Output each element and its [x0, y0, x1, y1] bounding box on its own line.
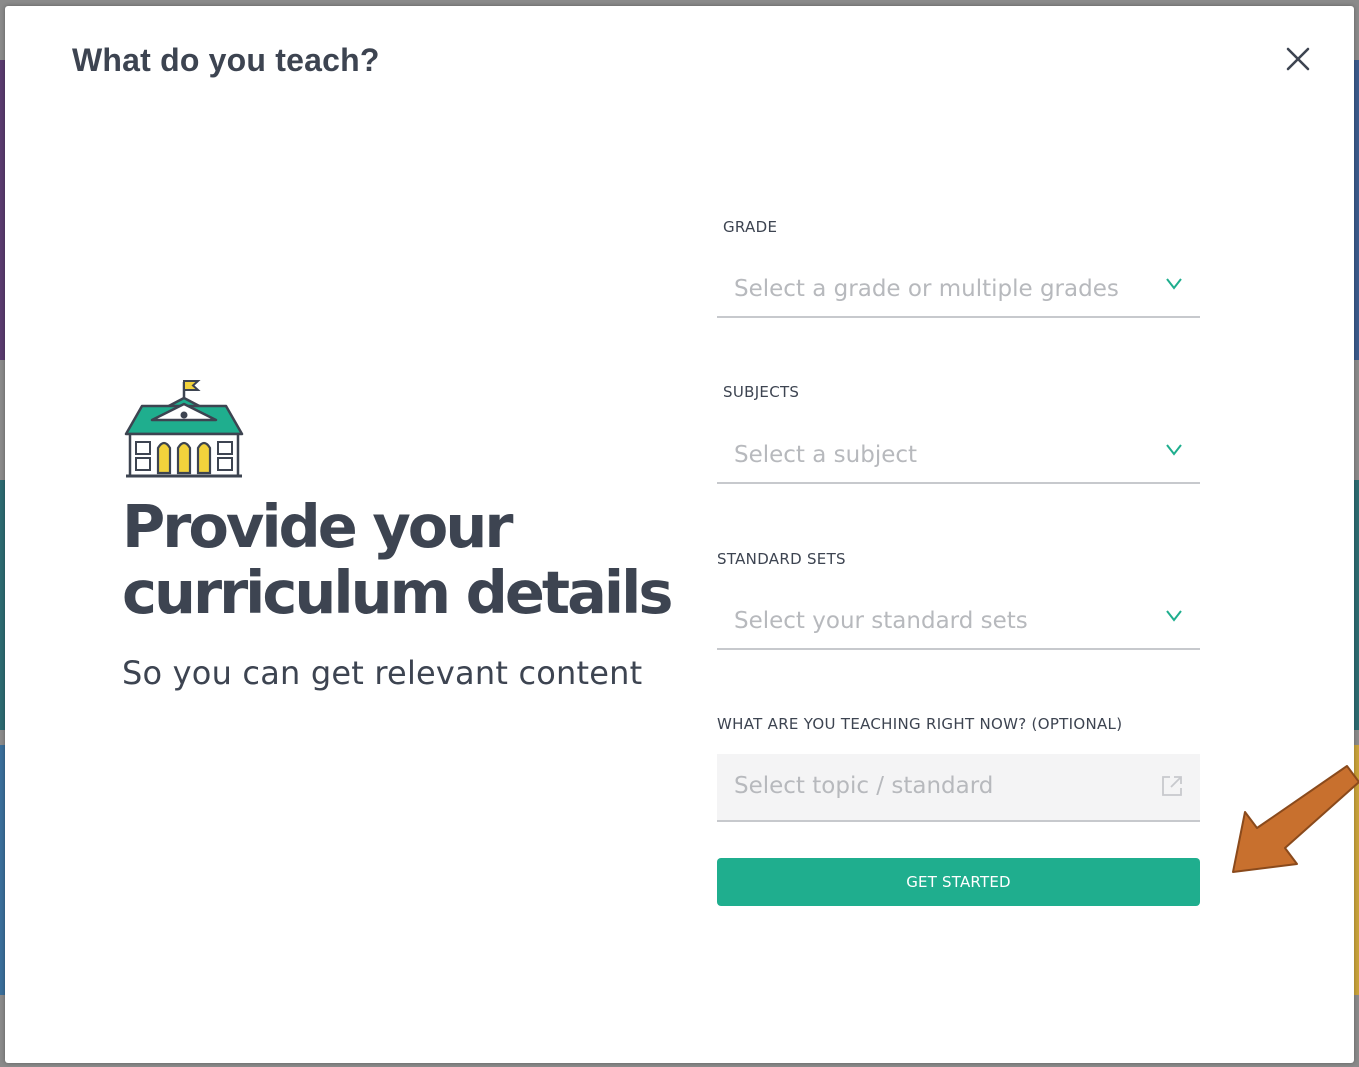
chevron-down-icon — [1166, 610, 1182, 622]
modal-title: What do you teach? — [72, 42, 380, 78]
school-building-icon — [124, 380, 244, 478]
external-link-icon — [1162, 776, 1182, 796]
topic-placeholder: Select topic / standard — [734, 773, 994, 799]
subjects-placeholder: Select a subject — [734, 442, 918, 468]
chevron-down-icon — [1166, 278, 1182, 290]
teaching-now-label: WHAT ARE YOU TEACHING RIGHT NOW? (OPTION… — [717, 715, 1123, 733]
subjects-select[interactable]: Select a subject — [717, 430, 1200, 484]
get-started-button[interactable]: GET STARTED — [717, 858, 1200, 906]
subjects-label: SUBJECTS — [723, 383, 800, 401]
standard-sets-placeholder: Select your standard sets — [734, 608, 1028, 634]
promo-headline-line1: Provide your — [122, 492, 513, 561]
grade-placeholder: Select a grade or multiple grades — [734, 276, 1119, 302]
close-button[interactable] — [1281, 42, 1315, 76]
topic-standard-picker[interactable]: Select topic / standard — [717, 754, 1200, 822]
standard-sets-label: STANDARD SETS — [717, 550, 846, 568]
chevron-down-icon — [1166, 444, 1182, 456]
promo-subline: So you can get relevant content — [122, 654, 643, 692]
promo-panel: Provide your curriculum details So you c… — [122, 376, 702, 692]
annotation-arrow-icon — [1232, 765, 1359, 873]
standard-sets-select[interactable]: Select your standard sets — [717, 596, 1200, 650]
promo-headline: Provide your curriculum details — [122, 494, 702, 626]
grade-label: GRADE — [723, 218, 778, 236]
promo-headline-line2: curriculum details — [122, 558, 673, 627]
close-icon — [1286, 47, 1310, 71]
curriculum-modal: What do you teach? Provide your curricul… — [5, 6, 1354, 1063]
grade-select[interactable]: Select a grade or multiple grades — [717, 264, 1200, 318]
